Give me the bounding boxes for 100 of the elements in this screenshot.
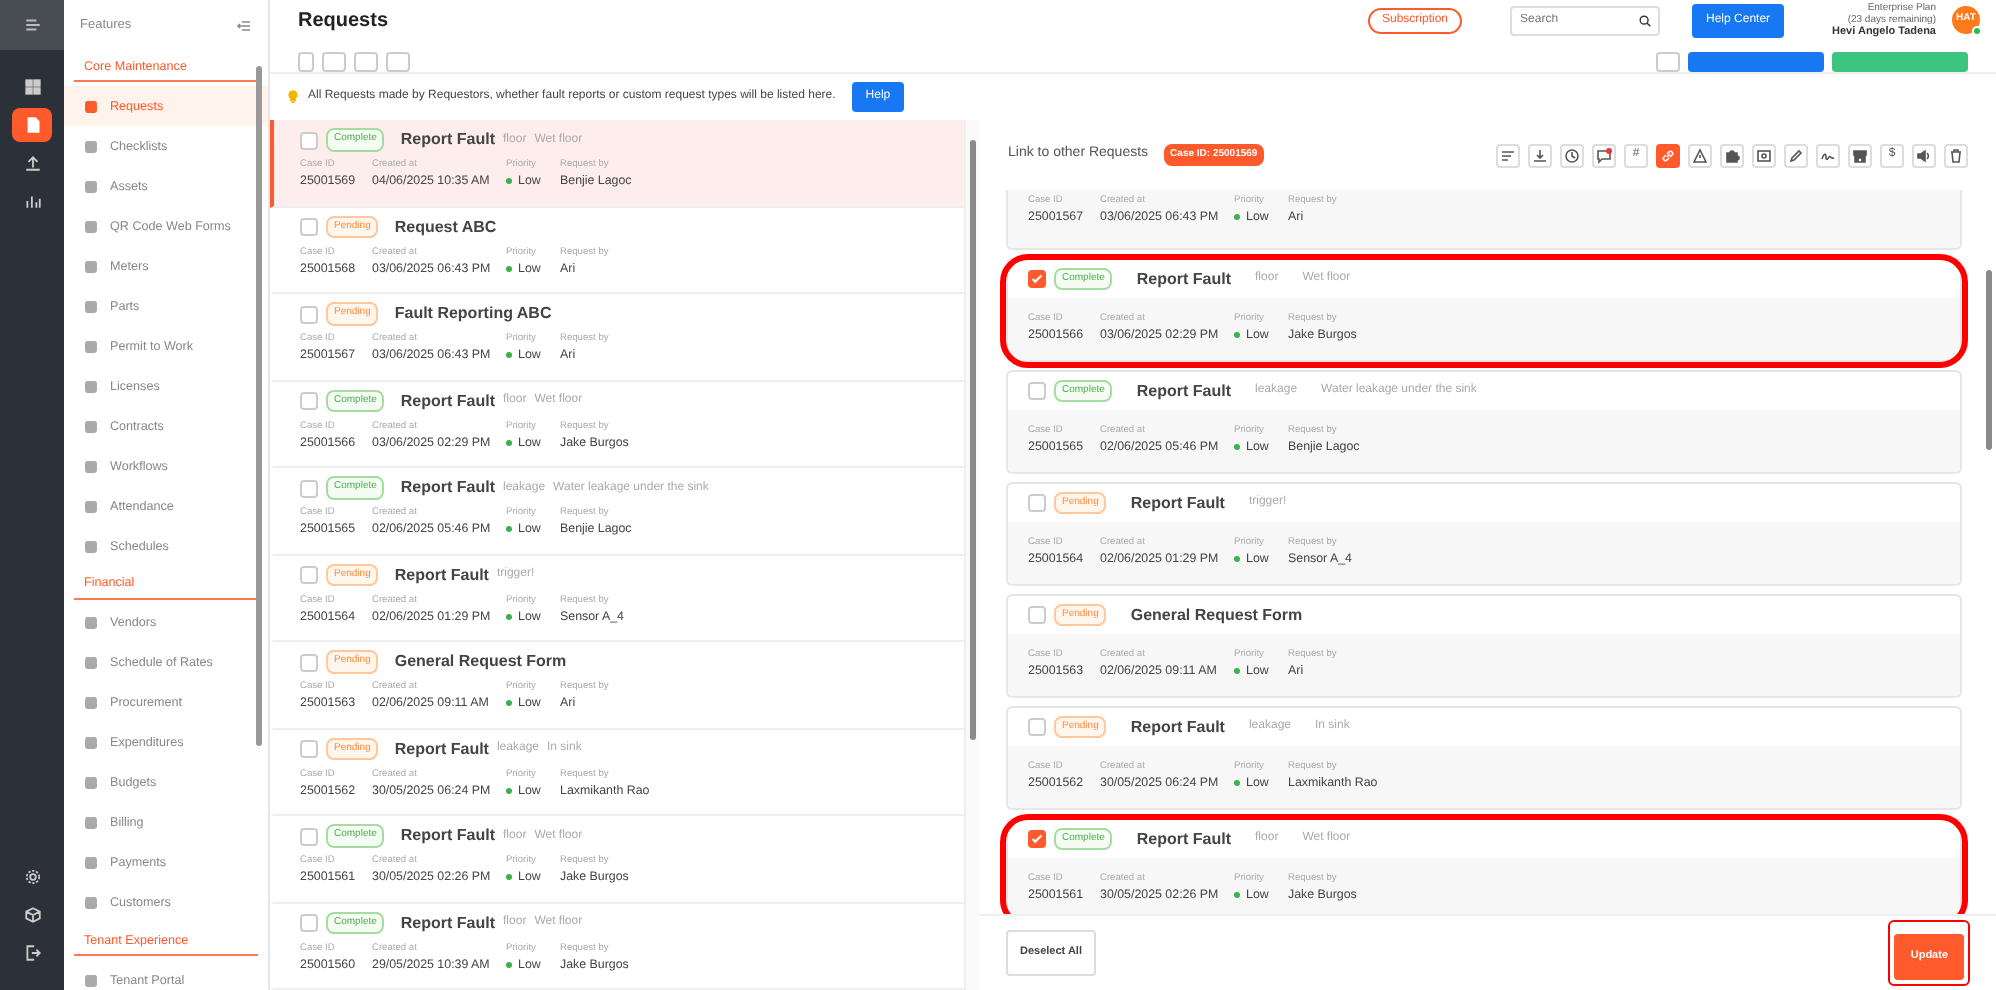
priority-dot — [506, 526, 512, 533]
item-icon — [84, 656, 98, 671]
priority-dot — [506, 874, 512, 881]
priority-dot — [506, 178, 512, 185]
request-title: Report Fault — [394, 563, 489, 587]
priority-dot — [506, 439, 512, 446]
image-icon — [1756, 147, 1772, 163]
signature-icon — [1820, 147, 1836, 163]
priority-dot — [1234, 892, 1240, 899]
warning-icon — [1692, 147, 1708, 163]
request-title: Report Fault — [400, 476, 496, 500]
priority-dot — [506, 787, 512, 794]
checkbox[interactable] — [1028, 270, 1046, 288]
store-icon — [1852, 147, 1868, 163]
item-icon — [84, 259, 98, 274]
item-icon — [84, 299, 98, 314]
lightbulb-icon — [286, 90, 300, 104]
request-title: Report Fault — [400, 389, 496, 413]
item-icon — [84, 539, 98, 554]
checkbox[interactable] — [300, 566, 318, 584]
checkbox[interactable] — [300, 392, 318, 410]
checkbox[interactable] — [1028, 494, 1046, 512]
search-icon — [1638, 13, 1653, 27]
priority-dot — [1234, 780, 1240, 787]
item-icon — [84, 179, 98, 194]
request-title: General Request Form — [1130, 603, 1303, 627]
priority-dot — [506, 265, 512, 272]
menu-icon[interactable] — [23, 16, 41, 34]
checkbox[interactable] — [300, 305, 318, 323]
request-title: Report Fault — [400, 128, 496, 152]
priority-dot — [506, 352, 512, 359]
puzzle-icon — [1724, 147, 1740, 163]
link-icon — [1660, 147, 1676, 163]
priority-dot — [1234, 214, 1240, 221]
tool-button[interactable] — [1656, 143, 1680, 167]
checkbox[interactable] — [300, 131, 318, 149]
item-icon — [84, 776, 98, 791]
cube-icon[interactable] — [23, 906, 41, 924]
priority-dot — [1234, 668, 1240, 675]
priority-dot — [1234, 556, 1240, 563]
bar-chart-icon — [23, 192, 41, 210]
request-title: Report Fault — [400, 824, 496, 848]
checkbox[interactable] — [300, 827, 318, 845]
request-title: Report Fault — [1136, 827, 1232, 851]
rail-button[interactable] — [12, 108, 52, 142]
item-icon — [84, 856, 98, 871]
grid-icon — [23, 78, 41, 96]
pencil-icon — [1788, 147, 1804, 163]
clock-icon — [1564, 147, 1580, 163]
request-title: Fault Reporting ABC — [394, 302, 552, 326]
toolbar-button[interactable] — [1656, 52, 1680, 72]
checkbox[interactable] — [300, 218, 318, 236]
checkbox[interactable] — [300, 653, 318, 671]
request-title: Report Fault — [1130, 491, 1225, 515]
speaker-icon — [1916, 147, 1932, 163]
priority-dot — [1234, 332, 1240, 339]
item-icon — [84, 973, 98, 988]
document-icon — [23, 116, 41, 134]
item-icon — [84, 896, 98, 911]
request-title: Report Fault — [1136, 379, 1232, 403]
collapse-icon[interactable] — [236, 17, 252, 33]
checkbox[interactable] — [300, 740, 318, 758]
item-icon — [84, 736, 98, 751]
request-title: Report Fault — [394, 737, 489, 761]
download-icon — [1532, 147, 1548, 163]
item-icon — [84, 219, 98, 234]
request-title: Request ABC — [394, 215, 497, 239]
item-icon — [84, 459, 98, 474]
item-icon — [84, 99, 98, 114]
item-icon — [84, 696, 98, 711]
priority-dot — [506, 613, 512, 620]
request-title: Report Fault — [1130, 715, 1225, 739]
item-icon — [84, 616, 98, 631]
checkbox[interactable] — [300, 914, 318, 932]
checkbox[interactable] — [300, 479, 318, 497]
text-lines-icon — [1500, 147, 1516, 163]
priority-dot — [1234, 444, 1240, 451]
trash-icon — [1948, 147, 1964, 163]
priority-dot — [506, 700, 512, 707]
scrollbar-thumb[interactable] — [256, 66, 262, 746]
page-title: Requests — [298, 7, 389, 35]
settings-icon[interactable] — [23, 868, 41, 886]
item-icon — [84, 139, 98, 154]
request-title: Report Fault — [1136, 267, 1232, 291]
item-icon — [84, 339, 98, 354]
item-icon — [84, 379, 98, 394]
chat-icon — [1596, 147, 1612, 163]
toolbar-button[interactable] — [386, 52, 410, 72]
request-title: Report Fault — [400, 911, 496, 935]
toolbar-button[interactable] — [298, 52, 314, 72]
checkbox[interactable] — [1028, 830, 1046, 848]
toolbar-button[interactable] — [322, 52, 346, 72]
item-icon — [84, 816, 98, 831]
logout-icon[interactable] — [23, 944, 41, 962]
scrollbar[interactable] — [966, 120, 980, 990]
toolbar-button[interactable] — [354, 52, 378, 72]
upload-icon — [23, 154, 41, 172]
checkbox[interactable] — [1028, 606, 1046, 624]
checkbox[interactable] — [1028, 718, 1046, 736]
checkbox[interactable] — [1028, 382, 1046, 400]
